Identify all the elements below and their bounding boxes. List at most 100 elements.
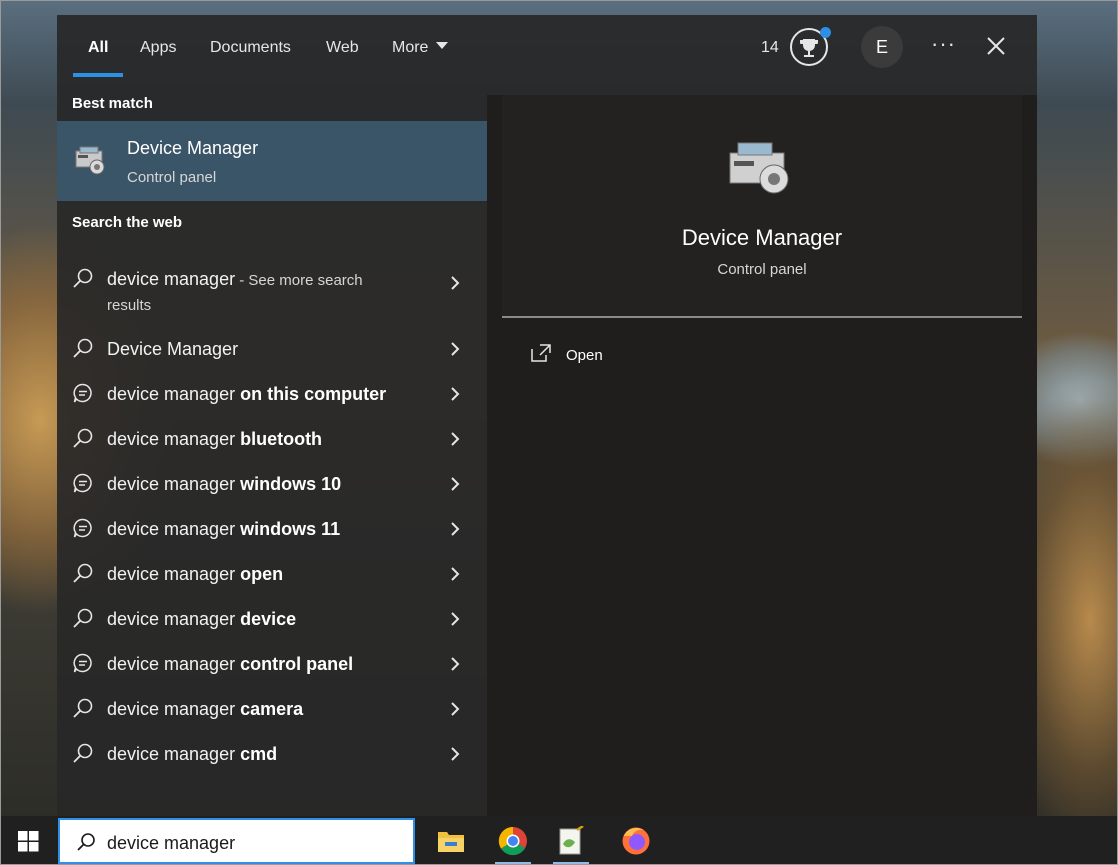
web-suggestion-text: device manager on this computer (107, 384, 386, 405)
search-panel: All Apps Documents Web More 14 E ··· Bes… (57, 15, 1037, 816)
web-suggestion-text: device manager - See more search (107, 269, 363, 290)
suggestion-query: Device Manager (107, 339, 239, 359)
search-icon (73, 608, 93, 628)
search-the-web-heading: Search the web (72, 214, 183, 231)
suggestion-query: device manager (107, 654, 241, 674)
chevron-right-icon (451, 567, 460, 581)
search-icon (73, 743, 93, 763)
open-action[interactable]: Open (530, 343, 730, 369)
web-suggestion-text: device manager cmd (107, 744, 277, 765)
chevron-right-icon (451, 657, 460, 671)
more-options-icon[interactable]: ··· (931, 31, 956, 57)
best-match-item[interactable] (57, 121, 487, 201)
suggestion-query: device manager (107, 744, 241, 764)
web-suggestion-text: device manager device (107, 609, 296, 630)
windows-logo-icon (18, 831, 39, 852)
chrome-icon (498, 826, 527, 856)
taskbar-search-box[interactable]: device manager (58, 818, 415, 864)
chevron-right-icon (451, 522, 460, 536)
file-explorer-icon (438, 832, 464, 852)
web-suggestion-row[interactable]: device manager - See more search results (57, 257, 487, 314)
web-suggestion-row[interactable]: device manager device (57, 597, 487, 642)
suggestion-completion: cmd (240, 744, 278, 764)
suggestion-completion: bluetooth (240, 429, 323, 449)
best-match-heading: Best match (72, 95, 153, 112)
close-icon[interactable] (985, 35, 1007, 57)
search-icon (73, 428, 93, 448)
firefox-button[interactable] (614, 820, 658, 862)
suggestion-completion: camera (240, 699, 304, 719)
rewards-points: 14 (761, 39, 779, 56)
taskbar: device manager (0, 816, 1118, 865)
chat-icon (73, 383, 92, 403)
web-suggestion-text: Device Manager (107, 339, 238, 360)
chevron-right-icon (451, 702, 460, 716)
preview-title: Device Manager (681, 225, 843, 250)
suggestion-query: device manager (107, 609, 241, 629)
notepad-plus-plus-icon (559, 826, 584, 855)
search-icon (77, 833, 95, 851)
open-label: Open (566, 347, 603, 364)
web-suggestion-row[interactable]: device manager control panel (57, 642, 487, 687)
chevron-right-icon (451, 432, 460, 446)
suggestion-query: device manager (107, 429, 241, 449)
tab-all[interactable]: All (88, 38, 108, 68)
notepad-plus-plus-button[interactable] (549, 820, 593, 865)
web-suggestion-row[interactable]: device manager cmd (57, 732, 487, 777)
web-suggestion-row[interactable]: device manager on this computer (57, 372, 487, 417)
search-icon (73, 698, 93, 718)
web-suggestion-text: device manager open (107, 564, 283, 585)
device-manager-icon (75, 146, 105, 175)
tab-documents[interactable]: Documents (210, 38, 291, 68)
preview-header: Device Manager Control panel (502, 95, 1022, 317)
start-button[interactable] (1, 816, 57, 865)
web-suggestion-text: device manager bluetooth (107, 429, 322, 450)
web-suggestion-text: device manager control panel (107, 654, 353, 675)
web-suggestion-text: device manager windows 11 (107, 519, 340, 540)
web-suggestion-row[interactable]: device manager bluetooth (57, 417, 487, 462)
search-icon (73, 338, 93, 358)
active-tab-indicator (73, 73, 123, 77)
chevron-right-icon (451, 342, 460, 356)
suggestion-completion: windows 11 (240, 519, 341, 539)
web-suggestion-text: device manager windows 10 (107, 474, 341, 495)
account-avatar[interactable]: E (861, 26, 903, 68)
tab-web[interactable]: Web (326, 38, 359, 68)
chevron-right-icon (451, 477, 460, 491)
suggestion-query: device manager (107, 474, 241, 494)
web-suggestion-row[interactable]: Device Manager (57, 327, 487, 372)
tab-apps[interactable]: Apps (140, 38, 176, 68)
suggestion-query: device manager (107, 269, 236, 289)
web-suggestion-row[interactable]: device manager windows 11 (57, 507, 487, 552)
preview-divider (502, 316, 1022, 318)
suggestion-query: device manager (107, 384, 241, 404)
preview-subtitle: Control panel (717, 261, 807, 278)
device-manager-large-icon (729, 142, 789, 194)
best-match-title: Device Manager (127, 138, 259, 158)
caret-down-icon (436, 42, 449, 50)
best-match-subtitle: Control panel (127, 169, 217, 186)
chat-icon (73, 653, 92, 673)
results-list: Best match Device Manager Control panel … (57, 95, 487, 816)
firefox-icon (622, 827, 650, 855)
tab-more-label: More (392, 39, 429, 56)
suggestion-completion: control panel (240, 654, 354, 674)
chevron-right-icon (451, 747, 460, 761)
notification-dot (820, 27, 831, 38)
web-suggestion-text: device manager camera (107, 699, 303, 720)
suggestion-completion: windows 10 (240, 474, 342, 494)
search-query-text: device manager (107, 833, 236, 853)
tab-more[interactable]: More (392, 38, 449, 68)
chrome-button[interactable] (491, 820, 535, 865)
see-more-hint: - See more search (235, 272, 363, 289)
web-suggestion-row[interactable]: device manager open (57, 552, 487, 597)
file-explorer-button[interactable] (429, 820, 473, 862)
suggestion-completion: device (240, 609, 297, 629)
chat-icon (73, 473, 92, 493)
web-suggestion-row[interactable]: device manager windows 10 (57, 462, 487, 507)
suggestion-completion: on this computer (240, 384, 387, 404)
see-more-hint-line2: results (107, 297, 152, 314)
suggestion-query: device manager (107, 564, 241, 584)
suggestion-completion: open (240, 564, 284, 584)
web-suggestion-row[interactable]: device manager camera (57, 687, 487, 732)
